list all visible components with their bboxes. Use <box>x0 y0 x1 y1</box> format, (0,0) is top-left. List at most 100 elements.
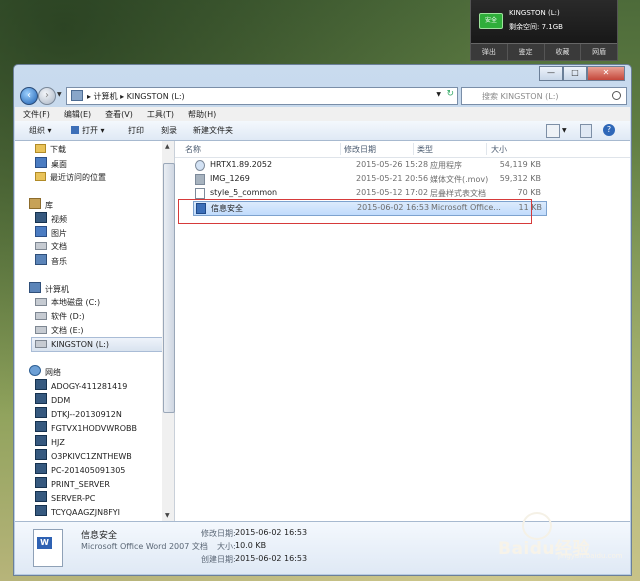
sidebar-item-drive-c[interactable]: 本地磁盘 (C:) <box>35 296 100 309</box>
column-divider[interactable] <box>340 143 341 155</box>
file-date: 2015-05-26 15:28 <box>356 160 429 169</box>
usb-security-icon[interactable]: 安全 <box>479 13 503 29</box>
modified-value: 2015-06-02 16:53 <box>235 528 308 537</box>
navigation-pane: 下载 桌面 最近访问的位置 库 视频 图片 文档 音乐 计算机 本地磁盘 (C:… <box>15 141 163 521</box>
minimize-button[interactable]: — <box>539 66 563 81</box>
address-bar[interactable]: ▸ 计算机 ▸ KINGSTON (L:) ▼ ↻ <box>66 87 458 105</box>
computer-icon <box>71 90 83 101</box>
sidebar-item-network-pc[interactable]: ADOGY-411281419 <box>35 379 127 392</box>
sidebar-scrollbar[interactable]: ▲ ▼ <box>162 141 175 521</box>
breadcrumb[interactable]: ▸ 计算机 ▸ KINGSTON (L:) <box>87 91 185 102</box>
video-library-icon <box>35 212 47 223</box>
details-subtitle: Microsoft Office Word 2007 文档 <box>81 542 208 551</box>
sidebar-item-network-pc[interactable]: SERVER-PC <box>35 491 95 504</box>
scan-button[interactable]: 鉴定 <box>506 44 544 60</box>
sidebar-header-network[interactable]: 网络 <box>29 365 61 378</box>
scroll-down-icon[interactable]: ▼ <box>165 512 170 519</box>
history-chevron-down-icon[interactable]: ▼ <box>57 91 62 98</box>
sidebar-item-label: 网络 <box>45 368 61 377</box>
search-icon[interactable] <box>612 91 621 100</box>
menu-help[interactable]: 帮助(H) <box>180 107 222 120</box>
file-row[interactable]: HRTX1.89.2052 2015-05-26 15:28 应用程序 54,1… <box>193 159 545 172</box>
search-input[interactable]: 搜索 KINGSTON (L:) <box>461 87 627 105</box>
sidebar-item-videos[interactable]: 视频 <box>35 212 67 225</box>
sidebar-item-label: HJZ <box>51 438 65 447</box>
sidebar-item-kingston[interactable]: KINGSTON (L:) <box>31 337 162 352</box>
shield-button[interactable]: 网盾 <box>580 44 617 60</box>
file-type: 应用程序 <box>430 161 462 170</box>
eject-button[interactable]: 弹出 <box>471 44 507 60</box>
scrollbar-thumb[interactable] <box>163 163 175 413</box>
network-computer-icon <box>35 505 47 516</box>
sidebar-item-desktop[interactable]: 桌面 <box>35 157 67 170</box>
open-button[interactable]: 打开 ▾ <box>71 125 105 136</box>
column-type[interactable]: 类型 <box>417 144 433 155</box>
sidebar-item-network-pc[interactable]: DTKJ--20130912N <box>35 407 122 420</box>
menu-file[interactable]: 文件(F) <box>15 107 56 120</box>
help-icon[interactable]: ? <box>603 124 615 136</box>
burn-button[interactable]: 刻录 <box>161 125 177 136</box>
sidebar-item-downloads[interactable]: 下载 <box>35 143 66 156</box>
organize-button[interactable]: 组织 ▾ <box>29 125 52 136</box>
column-size[interactable]: 大小 <box>491 144 507 155</box>
file-type: 层叠样式表文档 <box>430 189 486 198</box>
sidebar-item-network-pc[interactable]: FGTVX1HODVWROBB <box>35 421 137 434</box>
navigation-row: ‹ › ▼ ▸ 计算机 ▸ KINGSTON (L:) ▼ ↻ 搜索 KINGS… <box>20 85 627 107</box>
size-label: 大小: <box>217 542 236 551</box>
column-divider[interactable] <box>486 143 487 155</box>
downloads-folder-icon <box>35 144 46 153</box>
print-button[interactable]: 打印 <box>128 125 144 136</box>
sidebar-item-network-pc[interactable]: PRINT_SERVER <box>35 477 110 490</box>
column-divider[interactable] <box>413 143 414 155</box>
back-arrow-icon[interactable]: ‹ <box>20 87 38 105</box>
search-placeholder: 搜索 KINGSTON (L:) <box>482 92 559 101</box>
sidebar-item-label: DDM <box>51 396 71 405</box>
sidebar-item-music[interactable]: 音乐 <box>35 254 67 267</box>
column-name[interactable]: 名称 <box>185 144 201 155</box>
address-chevron-down-icon[interactable]: ▼ <box>436 91 441 98</box>
sidebar-item-documents[interactable]: 文档 <box>35 240 67 253</box>
sidebar-item-label: 下载 <box>50 145 66 154</box>
usb-drive-icon <box>35 340 47 348</box>
menu-edit[interactable]: 编辑(E) <box>56 107 97 120</box>
sidebar-header-libraries[interactable]: 库 <box>29 198 53 211</box>
open-label: 打开 ▾ <box>82 126 105 135</box>
forward-arrow-icon[interactable]: › <box>38 87 56 105</box>
desktop-icon <box>35 157 47 168</box>
menu-tools[interactable]: 工具(T) <box>139 107 180 120</box>
view-options-icon[interactable] <box>546 124 560 138</box>
favorite-button[interactable]: 收藏 <box>543 44 581 60</box>
stylesheet-file-icon <box>195 188 205 199</box>
refresh-icon[interactable]: ↻ <box>446 89 454 99</box>
file-name: HRTX1.89.2052 <box>210 160 273 169</box>
watermark-url: jingyan.baidu.com <box>558 552 623 560</box>
view-chevron-down-icon[interactable]: ▼ <box>562 127 567 139</box>
sidebar-item-label: 视频 <box>51 215 67 224</box>
preview-pane-icon[interactable] <box>580 124 592 138</box>
scroll-up-icon[interactable]: ▲ <box>165 143 170 150</box>
file-date: 2015-05-21 20:56 <box>356 174 429 183</box>
sidebar-header-computer[interactable]: 计算机 <box>29 282 69 295</box>
close-button[interactable]: ✕ <box>587 66 625 81</box>
network-computer-icon <box>35 449 47 460</box>
column-headers: 名称 修改日期 类型 大小 <box>175 141 630 158</box>
created-value: 2015-06-02 16:53 <box>235 554 308 563</box>
sidebar-item-drive-e[interactable]: 文档 (E:) <box>35 324 84 337</box>
sidebar-item-pictures[interactable]: 图片 <box>35 226 67 239</box>
column-date[interactable]: 修改日期 <box>344 144 376 155</box>
sidebar-item-label: 本地磁盘 (C:) <box>51 298 101 307</box>
sidebar-item-network-pc[interactable]: PC-201405091305 <box>35 463 125 476</box>
new-folder-button[interactable]: 新建文件夹 <box>193 125 233 136</box>
usb-action-bar: 弹出 鉴定 收藏 网盾 <box>471 43 617 60</box>
menu-view[interactable]: 查看(V) <box>97 107 139 120</box>
sidebar-item-network-pc[interactable]: TCYQAAGZJN8FYI <box>35 505 120 518</box>
sidebar-item-network-pc[interactable]: O3PKIVC1ZNTHEWB <box>35 449 132 462</box>
sidebar-item-drive-d[interactable]: 软件 (D:) <box>35 310 85 323</box>
sidebar-item-network-pc[interactable]: HJZ <box>35 435 65 448</box>
network-computer-icon <box>35 463 47 474</box>
sidebar-item-network-pc[interactable]: DDM <box>35 393 70 406</box>
file-name: style_5_common <box>210 188 278 197</box>
file-row[interactable]: IMG_1269 2015-05-21 20:56 媒体文件(.mov) 59,… <box>193 173 545 186</box>
maximize-button[interactable]: □ <box>563 66 587 81</box>
sidebar-item-recent[interactable]: 最近访问的位置 <box>35 171 106 184</box>
